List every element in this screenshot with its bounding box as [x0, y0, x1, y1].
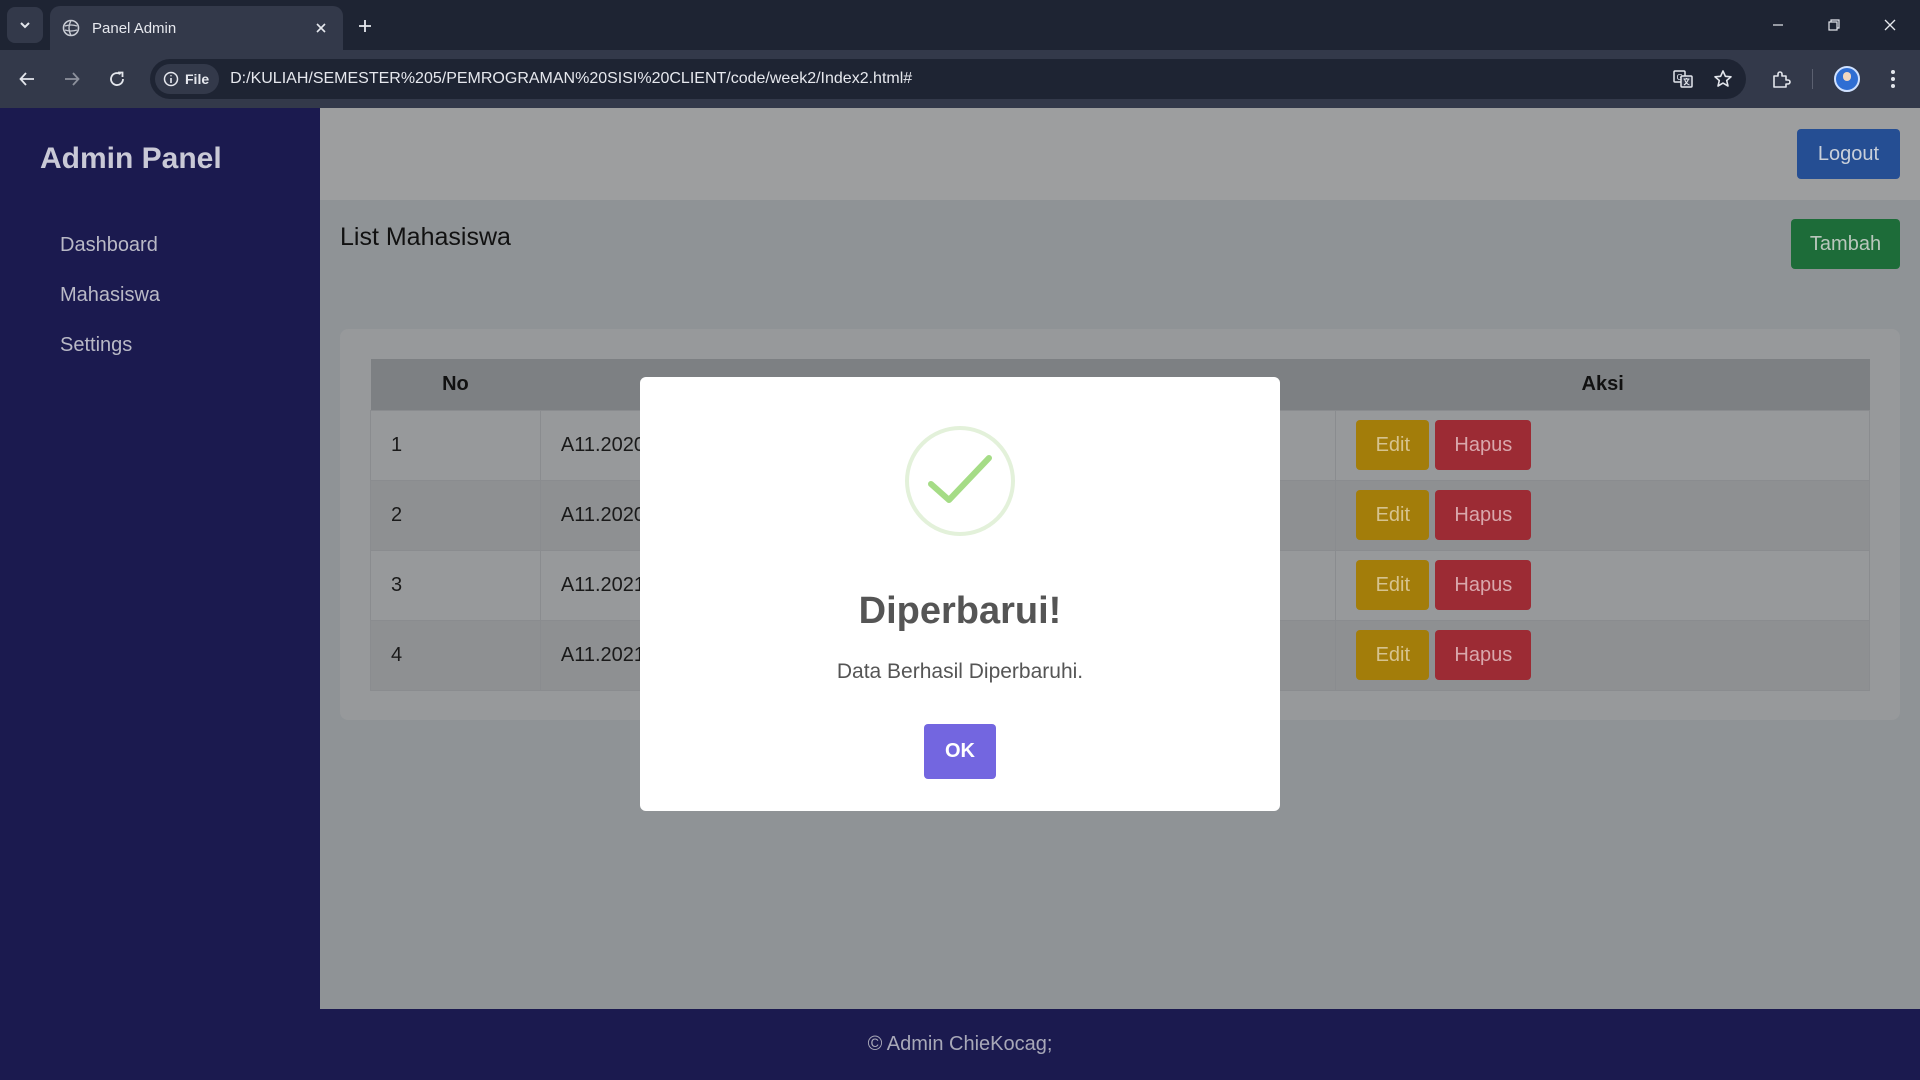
globe-icon	[62, 19, 80, 37]
page-title: List Mahasiswa	[340, 223, 511, 251]
new-tab-button[interactable]	[351, 12, 379, 40]
minimize-icon	[1773, 24, 1783, 26]
translate-icon[interactable]: G	[1666, 62, 1700, 96]
plus-icon	[359, 20, 371, 32]
dialog-message: Data Berhasil Diperbaruhi.	[836, 660, 1084, 683]
top-bar: Logout	[320, 108, 1920, 200]
web-page: Admin Panel Dashboard Mahasiswa Settings…	[0, 108, 1920, 1080]
edit-button[interactable]: Edit	[1356, 630, 1430, 680]
logout-button[interactable]: Logout	[1797, 129, 1900, 179]
cell-actions: Edit Hapus	[1335, 549, 1870, 621]
edit-button[interactable]: Edit	[1356, 560, 1430, 610]
dialog-title: Diperbarui!	[858, 590, 1062, 632]
close-window-button[interactable]	[1862, 0, 1918, 50]
address-bar[interactable]: File D:/KULIAH/SEMESTER%205/PEMROGRAMAN%…	[150, 59, 1746, 99]
success-dialog: Diperbarui! Data Berhasil Diperbaruhi. O…	[640, 377, 1280, 811]
cell-actions: Edit Hapus	[1335, 619, 1870, 691]
column-header-no: No	[370, 359, 541, 410]
url-text[interactable]: D:/KULIAH/SEMESTER%205/PEMROGRAMAN%20SIS…	[230, 70, 1666, 88]
close-tab-icon[interactable]	[311, 18, 331, 38]
edit-button[interactable]: Edit	[1356, 490, 1430, 540]
profile-avatar[interactable]	[1830, 62, 1864, 96]
browser-tab[interactable]: Panel Admin	[50, 6, 343, 50]
minimize-button[interactable]	[1750, 0, 1806, 50]
reload-icon	[110, 71, 124, 86]
close-icon	[1884, 19, 1896, 31]
delete-button[interactable]: Hapus	[1435, 420, 1532, 470]
cell-actions: Edit Hapus	[1335, 479, 1870, 551]
success-check-icon	[905, 426, 1015, 536]
cell-no: 2	[370, 479, 541, 551]
extensions-icon[interactable]	[1764, 62, 1798, 96]
reload-button[interactable]	[100, 62, 134, 96]
cell-no: 1	[370, 409, 541, 481]
site-chip-label: File	[185, 71, 210, 87]
delete-button[interactable]: Hapus	[1435, 560, 1532, 610]
tab-search-button[interactable]	[7, 7, 43, 43]
browser-menu-button[interactable]	[1876, 62, 1910, 96]
arrow-right-icon	[65, 72, 80, 86]
forward-button[interactable]	[55, 62, 89, 96]
back-button[interactable]	[10, 62, 44, 96]
edit-button[interactable]: Edit	[1356, 420, 1430, 470]
site-info-chip[interactable]: File	[155, 64, 220, 94]
cell-actions: Edit Hapus	[1335, 409, 1870, 481]
more-vertical-icon	[1891, 70, 1895, 88]
add-button[interactable]: Tambah	[1791, 219, 1900, 269]
cell-no: 3	[370, 549, 541, 621]
restore-button[interactable]	[1806, 0, 1862, 50]
sidebar: Admin Panel Dashboard Mahasiswa Settings	[0, 108, 320, 1009]
delete-button[interactable]: Hapus	[1435, 490, 1532, 540]
tab-title: Panel Admin	[92, 19, 177, 37]
cell-no: 4	[370, 619, 541, 691]
arrow-left-icon	[19, 72, 34, 86]
delete-button[interactable]: Hapus	[1435, 630, 1532, 680]
page-footer: © Admin ChieKocag;	[0, 1009, 1920, 1080]
chevron-down-icon	[20, 22, 30, 29]
browser-tabstrip: Panel Admin	[0, 0, 1920, 50]
browser-toolbar: File D:/KULIAH/SEMESTER%205/PEMROGRAMAN%…	[0, 50, 1920, 108]
bookmark-star-icon[interactable]	[1706, 62, 1740, 96]
sidebar-item-settings[interactable]: Settings	[60, 334, 132, 357]
info-icon	[163, 71, 179, 87]
avatar	[1834, 66, 1860, 92]
ok-button[interactable]: OK	[924, 724, 996, 779]
column-header-aksi: Aksi	[1335, 359, 1870, 410]
toolbar-divider	[1812, 69, 1813, 89]
sidebar-item-dashboard[interactable]: Dashboard	[60, 234, 158, 257]
restore-icon	[1828, 19, 1840, 31]
footer-text: © Admin ChieKocag;	[867, 1033, 1053, 1055]
sidebar-item-mahasiswa[interactable]: Mahasiswa	[60, 284, 160, 307]
brand-title: Admin Panel	[40, 142, 222, 175]
